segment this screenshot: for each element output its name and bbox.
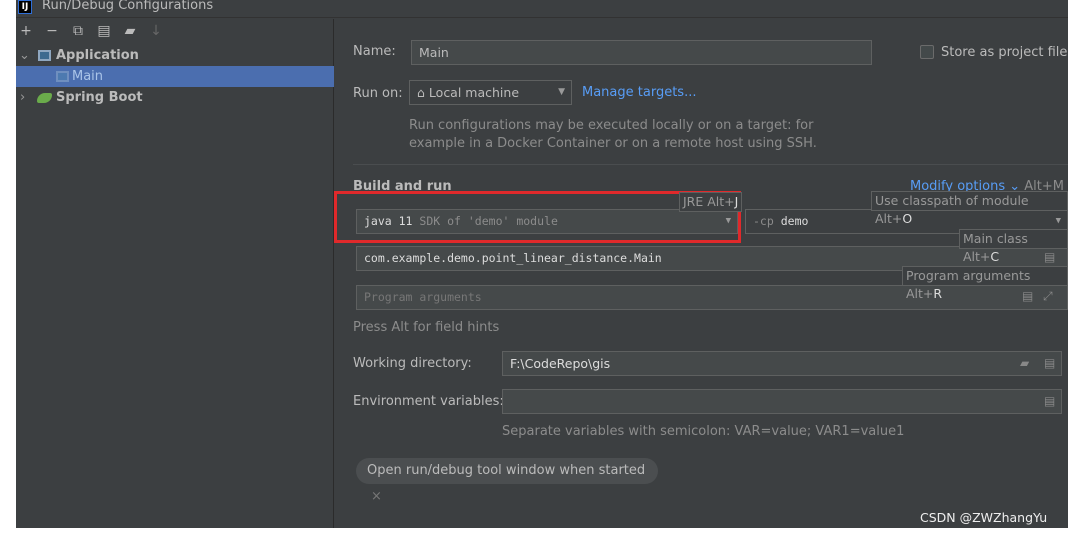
store-project-label[interactable]: Store as project file [941,45,1067,60]
env-variables-input[interactable] [502,389,1062,414]
config-sidebar: + − ⧉ ▤ ▰ ↓ ⌄ Application Main › Spring … [16,19,334,528]
expand-icon[interactable]: ⤢ [1043,289,1053,304]
program-args-hint-tooltip: Program arguments Alt+R [902,266,1068,301]
browse-icon[interactable]: ▤ [1044,394,1055,408]
tree-item-main[interactable]: Main [16,66,334,87]
name-label: Name: [353,44,396,59]
store-project-checkbox[interactable] [920,45,934,59]
tree-label: Spring Boot [56,90,143,105]
open-tool-window-chip[interactable]: Open run/debug tool window when started … [356,458,658,504]
program-arguments-input[interactable]: Program arguments [356,285,1068,310]
window-title: Run/Debug Configurations [42,0,214,13]
chevron-down-icon[interactable]: ⌄ [19,45,30,66]
name-input[interactable]: Main [411,40,872,65]
tree-label: Application [56,48,139,63]
run-on-value: Local machine [428,85,520,100]
spring-boot-icon [37,93,52,103]
watermark: CSDN @ZWZhangYu [920,510,1048,525]
title-bar: IJ Run/Debug Configurations [16,0,1068,18]
application-icon [38,50,51,61]
env-variables-label: Environment variables: [353,394,504,409]
browse-icon[interactable]: ▤ [1044,250,1055,264]
copy-icon[interactable]: ⧉ [70,23,86,39]
new-folder-icon[interactable]: ▰ [122,23,138,39]
intellij-logo-icon: IJ [18,0,32,14]
divider [353,164,1068,165]
sidebar-toolbar: + − ⧉ ▤ ▰ ↓ [16,23,164,39]
home-icon: ⌂ [417,85,425,100]
chevron-right-icon[interactable]: › [20,87,25,108]
run-on-label: Run on: [353,86,403,101]
manage-targets-link[interactable]: Manage targets... [582,85,696,100]
jre-hint-tooltip: JRE Alt+J [679,192,743,212]
run-on-help: example in a Docker Container or on a re… [409,136,817,151]
tree-item-application[interactable]: ⌄ Application [16,45,334,66]
save-icon[interactable]: ▤ [96,23,112,39]
plus-icon[interactable]: + [18,23,34,39]
tree-item-spring-boot[interactable]: › Spring Boot [16,87,334,108]
field-hints-text: Press Alt for field hints [353,320,500,335]
run-on-select[interactable]: ⌂ Local machine ▼ [409,80,572,105]
classpath-hint-tooltip: Use classpath of module Alt+O [871,191,1068,226]
run-on-help: Run configurations may be executed local… [409,118,814,133]
cp-prefix: -cp [753,214,774,228]
folder-icon[interactable]: ▰ [1020,356,1029,370]
minus-icon[interactable]: − [44,23,60,39]
env-help: Separate variables with semicolon: VAR=v… [502,424,905,439]
tree-label: Main [72,69,104,84]
browse-icon[interactable]: ▤ [1044,356,1055,370]
cp-value: demo [780,214,809,228]
sort-icon[interactable]: ↓ [148,23,164,39]
browse-icon[interactable]: ▤ [1022,289,1033,303]
chip-label: Open run/debug tool window when started [367,463,646,478]
working-directory-input[interactable]: F:\CodeRepo\gis [502,351,1062,376]
working-directory-label: Working directory: [353,356,472,371]
close-icon[interactable]: × [371,489,382,504]
main-class-hint-tooltip: Main class Alt+C [959,229,1068,264]
run-debug-dialog: IJ Run/Debug Configurations + − ⧉ ▤ ▰ ↓ … [16,0,1068,528]
dropdown-arrow-icon: ▼ [558,87,565,97]
application-icon [56,71,69,82]
